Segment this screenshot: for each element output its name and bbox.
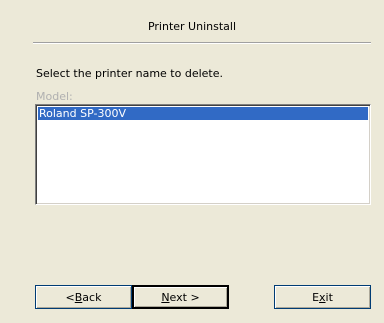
next-button[interactable]: Next > — [132, 285, 229, 309]
instruction-text: Select the printer name to delete. — [36, 67, 223, 80]
title-divider — [33, 42, 371, 44]
back-button-label-post: ack — [82, 290, 102, 304]
next-button-label-post: ext > — [169, 290, 200, 304]
back-button[interactable]: < Back — [35, 285, 132, 309]
model-listbox[interactable]: Roland SP-300V — [35, 104, 371, 205]
back-button-label-pre: < — [65, 290, 75, 304]
model-label: Model: — [36, 90, 73, 103]
back-button-accesskey: B — [74, 290, 83, 304]
dialog-title: Printer Uninstall — [147, 20, 237, 33]
next-button-accesskey: N — [161, 290, 170, 304]
exit-button[interactable]: Ex it — [274, 285, 371, 309]
exit-button-label-post: it — [325, 290, 333, 304]
exit-button-label-pre: E — [312, 290, 320, 304]
list-item[interactable]: Roland SP-300V — [38, 107, 368, 120]
